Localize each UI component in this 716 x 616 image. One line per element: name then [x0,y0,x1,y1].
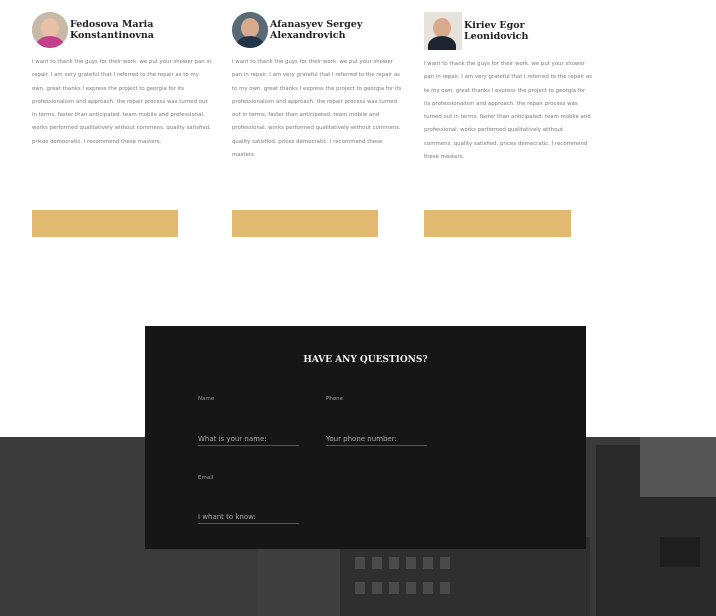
name-field[interactable] [198,433,299,446]
review-card-1: Fedosova Maria Konstantinovna I want to … [32,12,212,149]
reviewer-name: Kiriev Egor Leonidovich [464,20,529,42]
avatar [232,12,268,48]
phone-field[interactable] [326,433,427,446]
avatar [424,12,462,50]
review-header: Fedosova Maria Konstantinovna [32,12,212,48]
review-header: Kiriev Egor Leonidovich [424,12,592,50]
review-3-button[interactable] [424,210,571,237]
review-card-2: Afanasyev Sergey Alexandrovich I want to… [232,12,404,162]
review-card-3: Kiriev Egor Leonidovich I want to thank … [424,12,592,164]
reviewer-name: Fedosova Maria Konstantinovna [70,19,154,41]
reviewer-name: Afanasyev Sergey Alexandrovich [270,19,363,41]
review-text: I want to thank the guys for their work.… [32,59,212,145]
review-2-button[interactable] [232,210,378,237]
review-header: Afanasyev Sergey Alexandrovich [232,12,404,48]
avatar [32,12,68,48]
form-title: HAVE ANY QUESTIONS? [303,355,428,365]
email-label: Email [198,475,214,481]
email-field[interactable] [198,511,299,524]
review-text: I want to thank the guys for their work.… [424,61,592,161]
review-1-button[interactable] [32,210,178,237]
name-label: Name [198,396,215,402]
phone-label: Phone [326,396,344,402]
contact-form: HAVE ANY QUESTIONS? Name Phone Email [145,326,586,549]
review-text: I want to thank the guys for their work.… [232,59,402,159]
